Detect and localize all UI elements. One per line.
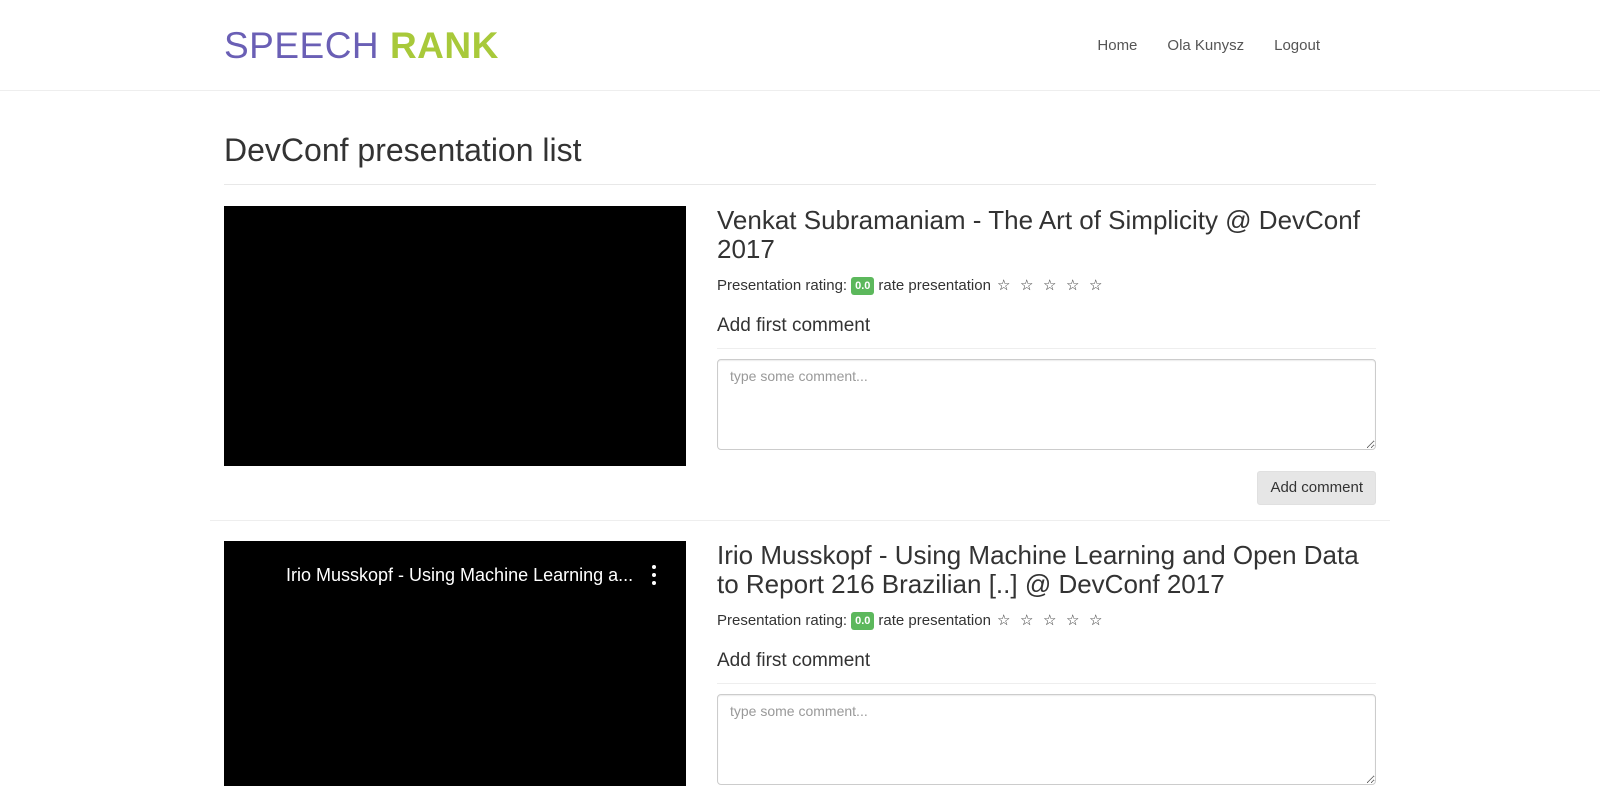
add-comment-button[interactable]: Add comment xyxy=(1257,471,1376,505)
comment-textarea[interactable] xyxy=(717,359,1376,450)
title-divider xyxy=(224,184,1376,185)
star-2-icon[interactable]: ☆ xyxy=(1020,611,1043,631)
rating-badge: 0.0 xyxy=(851,612,875,630)
video-player[interactable]: Irio Musskopf - Using Machine Learning a… xyxy=(224,541,686,786)
brand-logo[interactable]: SPEECH RANK xyxy=(224,24,499,68)
comment-divider xyxy=(717,348,1376,349)
star-4-icon[interactable]: ☆ xyxy=(1066,611,1089,631)
star-3-icon[interactable]: ☆ xyxy=(1043,611,1066,631)
navbar: SPEECH RANK Home Ola Kunysz Logout xyxy=(0,0,1600,91)
rating-row: Presentation rating: 0.0 rate presentati… xyxy=(717,276,1376,296)
rating-badge: 0.0 xyxy=(851,277,875,295)
star-5-icon[interactable]: ☆ xyxy=(1089,276,1112,296)
presentation-item: Venkat Subramaniam - The Art of Simplici… xyxy=(224,206,1376,506)
more-vert-icon[interactable] xyxy=(648,563,660,587)
rate-label: rate presentation xyxy=(878,277,991,294)
presentation-info: Irio Musskopf - Using Machine Learning a… xyxy=(717,541,1376,785)
nav-user-link[interactable]: Ola Kunysz xyxy=(1167,36,1244,56)
star-1-icon[interactable]: ☆ xyxy=(997,276,1020,296)
presentation-title: Irio Musskopf - Using Machine Learning a… xyxy=(717,540,1359,599)
comment-textarea[interactable] xyxy=(717,694,1376,785)
video-title[interactable]: Irio Musskopf - Using Machine Learning a… xyxy=(286,563,636,587)
comment-divider xyxy=(717,683,1376,684)
video-player[interactable] xyxy=(224,206,686,466)
presentation-item: Irio Musskopf - Using Machine Learning a… xyxy=(224,541,1376,786)
item-divider xyxy=(210,520,1390,521)
rate-label: rate presentation xyxy=(878,612,991,629)
comment-heading: Add first comment xyxy=(717,650,871,671)
nav-home-link[interactable]: Home xyxy=(1097,36,1137,56)
star-2-icon[interactable]: ☆ xyxy=(1020,276,1043,296)
rating-label: Presentation rating: xyxy=(717,277,848,294)
star-3-icon[interactable]: ☆ xyxy=(1043,276,1066,296)
star-1-icon[interactable]: ☆ xyxy=(997,611,1020,631)
brand-speech: SPEECH xyxy=(224,25,380,66)
star-5-icon[interactable]: ☆ xyxy=(1089,611,1112,631)
nav-logout-link[interactable]: Logout xyxy=(1274,36,1320,56)
button-row: Add comment xyxy=(717,471,1376,505)
page-title: DevConf presentation list xyxy=(224,132,582,168)
nav-menu: Home Ola Kunysz Logout xyxy=(1097,36,1320,56)
brand-rank: RANK xyxy=(389,25,499,66)
rating-row: Presentation rating: 0.0 rate presentati… xyxy=(717,611,1376,631)
star-4-icon[interactable]: ☆ xyxy=(1066,276,1089,296)
comment-heading: Add first comment xyxy=(717,315,871,336)
presentation-title: Venkat Subramaniam - The Art of Simplici… xyxy=(717,205,1360,264)
presentation-info: Venkat Subramaniam - The Art of Simplici… xyxy=(717,206,1376,505)
rating-label: Presentation rating: xyxy=(717,612,848,629)
